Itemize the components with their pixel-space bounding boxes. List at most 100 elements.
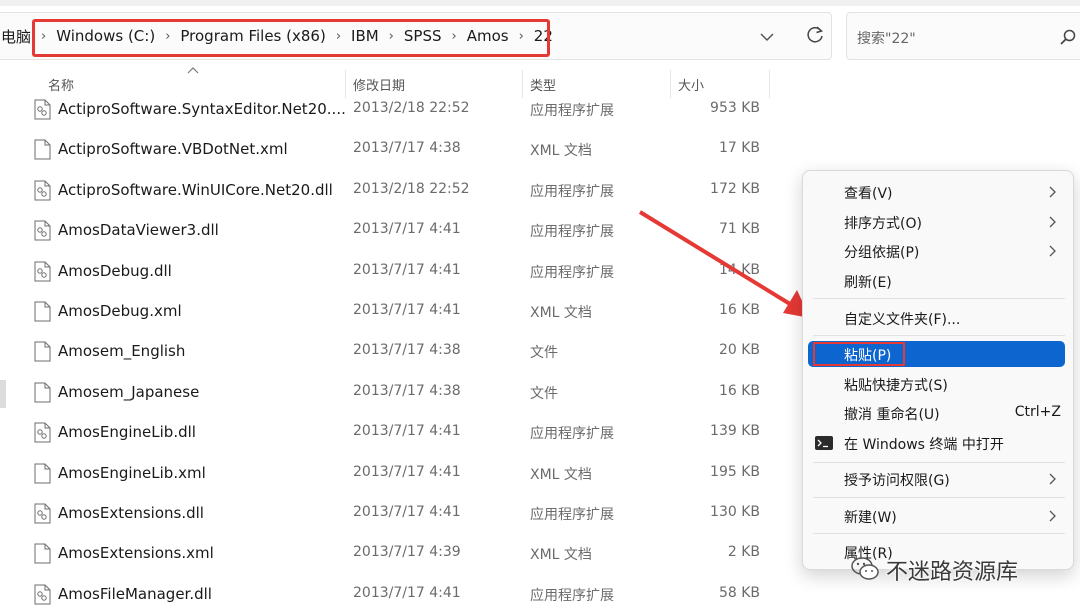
menu-item-group[interactable]: 分组依据(P) <box>803 236 1075 266</box>
file-date: 2013/7/17 4:38 <box>353 342 461 359</box>
menu-item-new[interactable]: 新建(W) <box>803 501 1075 531</box>
watermark: 不迷路资源库 <box>820 550 1080 590</box>
file-row[interactable]: AmosDebug.xml 2013/7/17 4:41 XML 文档 16 KB <box>0 292 800 332</box>
file-date: 2013/7/17 4:38 <box>353 382 461 399</box>
search-icon[interactable] <box>1059 28 1077 46</box>
file-size: 195 KB <box>710 463 760 480</box>
search-box[interactable]: 搜索"22" <box>846 12 1080 60</box>
file-type: 应用程序扩展 <box>530 426 614 443</box>
menu-item-view[interactable]: 查看(V) <box>803 177 1075 207</box>
file-name: AmosDataViewer3.dll <box>58 221 219 240</box>
file-size: 16 KB <box>718 382 760 399</box>
chevron-right-icon[interactable]: › <box>452 29 457 44</box>
menu-separator <box>813 533 1065 534</box>
file-size: 58 KB <box>718 584 760 601</box>
file-icon <box>34 139 51 160</box>
dll-file-icon <box>34 503 51 524</box>
file-row[interactable]: ActiproSoftware.VBDotNet.xml 2013/7/17 4:… <box>0 130 800 170</box>
menu-separator <box>813 462 1065 463</box>
search-input[interactable]: 搜索"22" <box>857 28 916 48</box>
chevron-right-icon[interactable]: › <box>41 29 46 44</box>
chevron-right-icon[interactable]: › <box>389 29 394 44</box>
chevron-down-icon[interactable] <box>757 27 777 47</box>
menu-item-paste-shortcut[interactable]: 粘贴快捷方式(S) <box>803 369 1075 399</box>
file-row[interactable]: ActiproSoftware.WinUICore.Net20.dll 2013/… <box>0 171 800 211</box>
address-toolbar: 电脑 › Windows (C:) › Program Files (x86) … <box>0 0 1080 70</box>
file-type: 应用程序扩展 <box>530 103 614 119</box>
file-name: AmosEngineLib.dll <box>58 423 196 442</box>
menu-item-undo-rename[interactable]: 撤消 重命名(U) Ctrl+Z <box>803 398 1075 428</box>
file-size: 17 KB <box>718 140 760 157</box>
menu-separator <box>813 335 1065 336</box>
chevron-right-icon[interactable]: › <box>165 29 170 44</box>
file-name: Amosem_English <box>58 342 186 361</box>
menu-item-refresh[interactable]: 刷新(E) <box>803 266 1075 296</box>
address-bar[interactable]: 电脑 › Windows (C:) › Program Files (x86) … <box>0 12 832 60</box>
file-icon <box>34 463 51 484</box>
file-row[interactable]: AmosEngineLib.xml 2013/7/17 4:41 XML 文档 195… <box>0 454 800 494</box>
chevron-right-icon[interactable]: › <box>519 29 524 44</box>
file-row[interactable]: AmosExtensions.dll 2013/7/17 4:41 应用程序扩展 13… <box>0 494 800 534</box>
watermark-text: 不迷路资源库 <box>886 560 1019 585</box>
paste-highlight-box <box>813 342 905 366</box>
file-row[interactable]: AmosDataViewer3.dll 2013/7/17 4:41 应用程序扩展 7… <box>0 211 800 251</box>
file-type: 应用程序扩展 <box>530 507 614 523</box>
file-type: XML 文档 <box>530 466 592 483</box>
breadcrumb-drive-c[interactable]: Windows (C:) <box>56 27 155 45</box>
menu-separator <box>813 298 1065 299</box>
dll-file-icon <box>34 220 51 241</box>
dll-file-icon <box>34 584 51 605</box>
file-date: 2013/7/17 4:41 <box>353 261 461 278</box>
file-row[interactable]: AmosFileManager.dll 2013/7/17 4:41 应用程序扩展 5… <box>0 575 800 615</box>
file-date: 2013/7/17 4:38 <box>353 140 461 157</box>
dll-file-icon <box>34 99 51 120</box>
breadcrumb-program-files-x86[interactable]: Program Files (x86) <box>180 27 325 45</box>
chevron-right-icon[interactable]: › <box>336 29 341 44</box>
dll-file-icon <box>34 422 51 443</box>
file-name: ActiproSoftware.WinUICore.Net20.dll <box>58 180 333 199</box>
menu-item-grant-access[interactable]: 授予访问权限(G) <box>803 464 1075 494</box>
file-row[interactable]: Amosem_English 2013/7/17 4:38 文件 20 KB <box>0 332 800 372</box>
wechat-icon <box>851 557 879 580</box>
file-name: AmosDebug.xml <box>58 302 182 320</box>
file-type: XML 文档 <box>530 547 592 564</box>
breadcrumb-this-pc[interactable]: 电脑 <box>1 26 31 47</box>
file-date: 2013/7/17 4:41 <box>353 584 461 601</box>
file-row[interactable]: AmosDebug.dll 2013/7/17 4:41 应用程序扩展 14 KB <box>0 252 800 292</box>
file-date: 2013/2/18 22:52 <box>353 180 470 197</box>
file-icon <box>34 382 51 403</box>
file-name: AmosEngineLib.xml <box>58 463 206 482</box>
file-row[interactable]: ActiproSoftware.SyntaxEditor.Net20.... 20… <box>0 90 800 130</box>
menu-item-sort[interactable]: 排序方式(O) <box>803 207 1075 237</box>
file-date: 2013/7/17 4:39 <box>353 544 461 561</box>
menu-item-customize-folder[interactable]: 自定义文件夹(F)... <box>803 303 1075 333</box>
shortcut-label: Ctrl+Z <box>1014 404 1061 420</box>
file-type: XML 文档 <box>530 143 592 160</box>
file-name: AmosDebug.dll <box>58 261 172 280</box>
dll-file-icon <box>34 180 51 201</box>
file-row[interactable]: AmosExtensions.xml 2013/7/17 4:39 XML 文档 2 … <box>0 534 800 574</box>
file-date: 2013/7/17 4:41 <box>353 463 461 480</box>
menu-item-paste[interactable]: 粘贴(P) <box>808 341 1065 367</box>
menu-item-open-in-terminal[interactable]: 在 Windows 终端 中打开 <box>803 428 1075 458</box>
breadcrumb-ibm[interactable]: IBM <box>351 27 379 45</box>
file-row[interactable]: Amosem_Japanese 2013/7/17 4:38 文件 16 KB <box>0 373 800 413</box>
file-icon <box>34 341 51 362</box>
breadcrumb-amos[interactable]: Amos <box>467 27 509 45</box>
file-name: AmosFileManager.dll <box>58 584 212 603</box>
file-date: 2013/7/17 4:41 <box>353 221 461 238</box>
file-size: 130 KB <box>710 504 760 520</box>
breadcrumb-22[interactable]: 22 <box>534 27 553 45</box>
file-name: Amosem_Japanese <box>58 382 200 401</box>
refresh-icon[interactable] <box>804 24 826 46</box>
file-type: 文件 <box>530 385 558 402</box>
breadcrumb: 电脑 › Windows (C:) › Program Files (x86) … <box>0 13 553 59</box>
file-type: 文件 <box>530 345 558 362</box>
file-name: AmosExtensions.dll <box>58 504 204 522</box>
file-date: 2013/7/17 4:41 <box>353 423 461 440</box>
file-row[interactable]: AmosEngineLib.dll 2013/7/17 4:41 应用程序扩展 139… <box>0 413 800 453</box>
file-date: 2013/7/17 4:41 <box>353 504 461 520</box>
context-menu: 查看(V) 排序方式(O) 分组依据(P) 刷新(E) 自定义文件夹(F)...… <box>802 170 1074 570</box>
file-name: ActiproSoftware.SyntaxEditor.Net20.... <box>58 100 346 118</box>
breadcrumb-spss[interactable]: SPSS <box>404 27 442 45</box>
